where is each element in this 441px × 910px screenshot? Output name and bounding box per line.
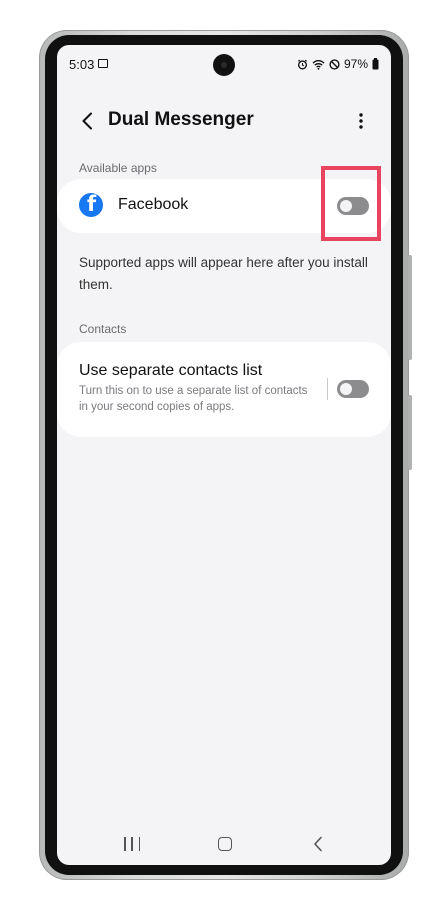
power-button <box>408 395 412 470</box>
more-options-button[interactable] <box>349 107 373 135</box>
gallery-icon <box>98 59 108 68</box>
status-bar: 5:03 97% <box>57 45 391 85</box>
section-label-contacts: Contacts <box>79 322 127 336</box>
contacts-setting-row[interactable]: Use separate contacts list Turn this on … <box>57 342 391 437</box>
divider <box>327 378 328 400</box>
page-title: Dual Messenger <box>108 109 254 130</box>
contacts-setting-description: Turn this on to use a separate list of c… <box>79 385 308 413</box>
facebook-icon: f <box>79 193 103 217</box>
do-not-disturb-icon <box>329 58 340 70</box>
status-icons: 97% <box>297 57 379 71</box>
navigation-bar <box>57 825 391 865</box>
app-label-facebook: Facebook <box>118 196 189 213</box>
separate-contacts-toggle[interactable] <box>337 380 369 398</box>
app-bar: Dual Messenger <box>57 103 391 139</box>
section-label-available-apps: Available apps <box>79 161 157 175</box>
highlight-box <box>321 166 381 241</box>
volume-button <box>408 255 412 360</box>
more-vertical-icon <box>359 113 363 129</box>
home-icon[interactable] <box>218 837 232 851</box>
supported-apps-info: Supported apps will appear here after yo… <box>79 255 368 292</box>
alarm-icon <box>297 59 308 70</box>
screen: 5:03 97% Dual Messenger Available apps f… <box>57 45 391 865</box>
back-button[interactable] <box>73 107 101 135</box>
wifi-icon <box>312 59 325 70</box>
recents-icon[interactable] <box>124 837 140 851</box>
front-camera <box>213 54 235 76</box>
battery-icon <box>372 58 379 70</box>
status-time: 5:03 <box>69 57 95 72</box>
battery-percent: 97% <box>343 57 368 71</box>
back-arrow-icon <box>82 112 92 130</box>
contacts-setting-title: Use separate contacts list <box>79 362 263 379</box>
nav-back-icon[interactable] <box>312 836 324 852</box>
